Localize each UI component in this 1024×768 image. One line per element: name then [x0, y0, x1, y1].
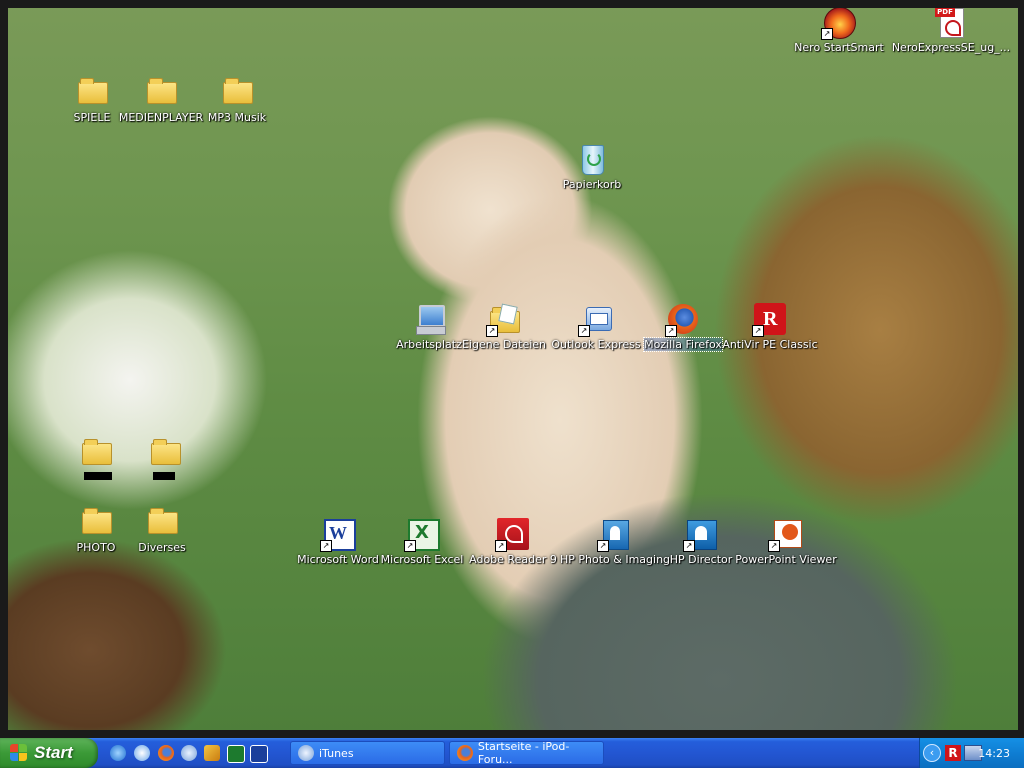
start-label: Start [34, 743, 73, 762]
pdf-icon: PDF [935, 6, 967, 38]
desktop-icon-label: PowerPoint Viewer [735, 553, 837, 566]
chevron-left-icon[interactable]: ‹ [923, 744, 941, 762]
desktop-icon-label: Eigene Dateien [461, 338, 547, 351]
desktop-icon-antivir[interactable]: R ↗ AntiVir PE Classic [715, 303, 825, 351]
adobe-reader-icon: ↗ [495, 518, 529, 552]
desktop-icon-redacted-2[interactable] [110, 437, 220, 480]
desktop-icon-mp3-musik[interactable]: MP3 Musik [182, 76, 292, 124]
desktop: SPIELE MEDIENPLAYER MP3 Musik ↗ Nero Sta… [0, 0, 1024, 738]
itunes-icon[interactable] [181, 745, 197, 761]
word-icon[interactable] [250, 745, 268, 763]
desktop-icon-label: NeroExpressSE_ug_... [891, 41, 1011, 54]
desktop-icon-label: SPIELE [73, 111, 111, 124]
system-tray: ‹ R 14:23 [919, 738, 1024, 768]
powerpoint-icon: ↗ [768, 518, 802, 552]
desktop-icon-nero-startsmart[interactable]: ↗ Nero StartSmart [784, 6, 894, 54]
desktop-icon-powerpoint-viewer[interactable]: ↗ PowerPoint Viewer [731, 518, 841, 566]
taskbar-button-itunes[interactable]: iTunes [290, 741, 445, 765]
folder-icon [145, 76, 177, 108]
desktop-icon-adobe-reader[interactable]: ↗ Adobe Reader 9 [458, 518, 568, 566]
redacted-label [153, 472, 175, 480]
desktop-icon-label: Papierkorb [562, 178, 622, 191]
clock[interactable]: 14:23 [978, 747, 1010, 760]
desktop-icon-diverses[interactable]: Diverses [107, 506, 217, 554]
outlook-express-icon: ↗ [578, 303, 612, 337]
folder-icon [221, 76, 253, 108]
folder-icon [146, 506, 178, 538]
desktop-icon-label: Mozilla Firefox [643, 337, 723, 352]
excel-icon[interactable] [227, 745, 245, 763]
start-button[interactable]: Start [0, 738, 98, 768]
task-label: iTunes [319, 746, 354, 760]
hp-photo-icon: ↗ [597, 518, 631, 552]
my-computer-icon [413, 303, 446, 335]
windows-logo-icon [10, 744, 28, 762]
hp-director-icon: ↗ [683, 518, 717, 552]
desktop-icon-label: HP Director [669, 553, 733, 566]
task-label: Startseite - iPod-Foru... [477, 740, 570, 766]
desktop-icon-label: AntiVir PE Classic [722, 338, 818, 351]
desktop-icon-label: Adobe Reader 9 [469, 553, 557, 566]
desktop-icon-papierkorb[interactable]: Papierkorb [537, 143, 647, 191]
redacted-label [84, 472, 112, 480]
ie-icon[interactable] [110, 745, 126, 761]
desktop-icon-label: Diverses [138, 541, 186, 554]
word-icon: W ↗ [320, 518, 356, 552]
desktop-icon-label: Nero StartSmart [794, 41, 884, 54]
folder-icon [76, 76, 108, 108]
media-player-icon[interactable] [134, 745, 150, 761]
taskbar-button-firefox[interactable]: Startseite - iPod-Foru... [449, 740, 604, 766]
desktop-icon-neroexpress-pdf[interactable]: PDF NeroExpressSE_ug_... [892, 6, 1010, 54]
firefox-icon: ↗ [665, 303, 699, 337]
winamp-icon[interactable] [204, 745, 220, 761]
desktop-icon-label: Microsoft Excel [380, 553, 464, 566]
folder-icon [149, 437, 181, 469]
desktop-icon-label: MP3 Musik [207, 111, 267, 124]
nero-icon: ↗ [821, 6, 856, 40]
excel-icon: X ↗ [404, 518, 440, 552]
my-documents-icon: ↗ [486, 303, 520, 337]
firefox-icon[interactable] [158, 745, 174, 761]
folder-icon [80, 437, 112, 469]
taskbar: Start iTunes Startseite - iPod-Foru... ‹… [0, 738, 1024, 768]
antivir-icon: R ↗ [752, 303, 786, 337]
antivir-tray-icon[interactable]: R [945, 745, 961, 761]
firefox-icon [457, 745, 473, 761]
itunes-icon [298, 745, 314, 761]
recycle-bin-icon [576, 143, 608, 175]
